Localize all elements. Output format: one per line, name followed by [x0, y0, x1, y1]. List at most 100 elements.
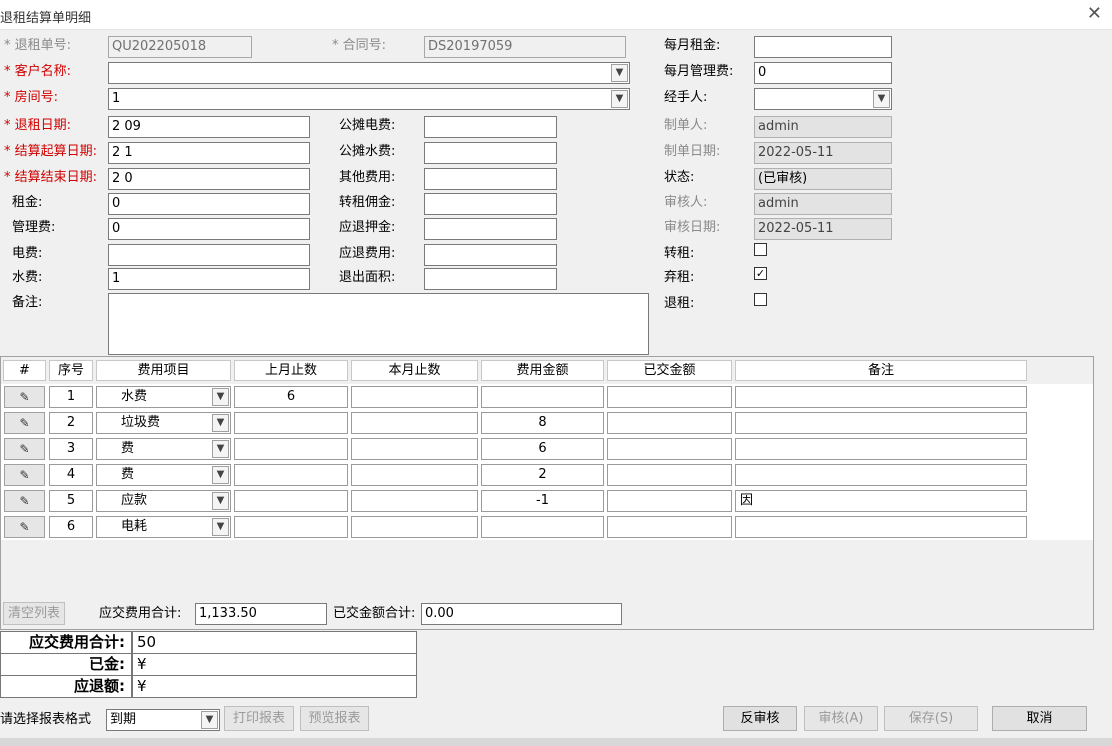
row-amount[interactable]: 2 [481, 464, 604, 486]
row-remark[interactable]: 因 [735, 490, 1027, 512]
report-format-select[interactable]: 到期 ▼ [106, 709, 220, 731]
row-amount[interactable]: 8 [481, 412, 604, 434]
water-label: 水费: [12, 270, 43, 285]
status-label: 状态: [664, 170, 695, 185]
total-due-field[interactable]: 1,133.50 [195, 603, 327, 625]
row-remark[interactable] [735, 438, 1027, 460]
row-seq: 5 [49, 490, 93, 512]
monthly-mgmt-field[interactable]: 0 [754, 62, 892, 84]
row-prev[interactable] [234, 516, 348, 538]
summary-due-value: 50 [132, 631, 417, 654]
row-curr[interactable] [351, 438, 478, 460]
row-paid[interactable] [607, 412, 732, 434]
row-remark[interactable] [735, 464, 1027, 486]
chevron-down-icon[interactable]: ▼ [873, 90, 890, 108]
row-paid[interactable] [607, 464, 732, 486]
other-fee-field[interactable] [424, 168, 557, 190]
row-paid[interactable] [607, 516, 732, 538]
lease-end-field[interactable]: 2 09 [108, 116, 310, 138]
save-button[interactable]: 保存(S) [884, 706, 978, 731]
sublet-checkbox[interactable] [754, 243, 767, 256]
row-item-select[interactable]: 垃圾费 ▼ [96, 412, 231, 434]
row-curr[interactable] [351, 386, 478, 408]
audit-date-label: 审核日期: [664, 220, 721, 235]
mgmt-field[interactable]: 0 [108, 218, 310, 240]
row-prev[interactable] [234, 490, 348, 512]
contract-no-field[interactable]: DS20197059 [424, 36, 626, 58]
row-amount[interactable] [481, 516, 604, 538]
rent-field[interactable]: 0 [108, 193, 310, 215]
row-seq: 6 [49, 516, 93, 538]
row-edit-icon[interactable]: ✎ [4, 412, 45, 434]
row-edit-icon[interactable]: ✎ [4, 438, 45, 460]
row-remark[interactable] [735, 516, 1027, 538]
print-report-button[interactable]: 打印报表 [224, 706, 294, 731]
chevron-down-icon[interactable]: ▼ [201, 711, 218, 729]
row-item-select[interactable]: 水费 ▼ [96, 386, 231, 408]
chevron-down-icon[interactable]: ▼ [212, 466, 229, 484]
total-due-label: 应交费用合计: [99, 606, 182, 621]
chevron-down-icon[interactable]: ▼ [212, 414, 229, 432]
row-curr[interactable] [351, 490, 478, 512]
row-seq: 1 [49, 386, 93, 408]
row-prev[interactable] [234, 438, 348, 460]
monthly-rent-field[interactable] [754, 36, 892, 58]
row-curr[interactable] [351, 464, 478, 486]
fee-refund-field[interactable] [424, 244, 557, 266]
row-remark[interactable] [735, 412, 1027, 434]
sublet-label: 转租: [664, 246, 695, 261]
unaudit-button[interactable]: 反审核 [723, 706, 797, 731]
lease-no-field[interactable]: QU202205018 [108, 36, 252, 58]
row-edit-icon[interactable]: ✎ [4, 386, 45, 408]
audit-button[interactable]: 审核(A) [804, 706, 878, 731]
row-edit-icon[interactable]: ✎ [4, 490, 45, 512]
row-item-select[interactable]: 费 ▼ [96, 464, 231, 486]
handler-select[interactable]: ▼ [754, 88, 892, 110]
row-curr[interactable] [351, 516, 478, 538]
refund-checkbox[interactable] [754, 293, 767, 306]
row-item-select[interactable]: 电耗 ▼ [96, 516, 231, 538]
row-amount[interactable] [481, 386, 604, 408]
chevron-down-icon[interactable]: ▼ [611, 64, 628, 82]
row-item-select[interactable]: 费 ▼ [96, 438, 231, 460]
deposit-refund-field[interactable] [424, 218, 557, 240]
chevron-down-icon[interactable]: ▼ [212, 440, 229, 458]
row-paid[interactable] [607, 490, 732, 512]
area-field[interactable] [424, 268, 557, 290]
report-format-value: 到期 [110, 712, 137, 727]
row-paid[interactable] [607, 386, 732, 408]
total-paid-field[interactable]: 0.00 [421, 603, 622, 625]
abandon-checkbox[interactable]: ✓ [754, 267, 767, 280]
cancel-button[interactable]: 取消 [992, 706, 1087, 731]
row-edit-icon[interactable]: ✎ [4, 516, 45, 538]
chevron-down-icon[interactable]: ▼ [212, 518, 229, 536]
shared-power-field[interactable] [424, 116, 557, 138]
row-prev[interactable] [234, 464, 348, 486]
row-curr[interactable] [351, 412, 478, 434]
preview-report-button[interactable]: 预览报表 [300, 706, 369, 731]
clear-list-button[interactable]: 清空列表 [3, 602, 65, 625]
row-edit-icon[interactable]: ✎ [4, 464, 45, 486]
row-remark[interactable] [735, 386, 1027, 408]
row-item-select[interactable]: 应款 ▼ [96, 490, 231, 512]
settle-start-field[interactable]: 2 1 [108, 142, 310, 164]
room-select[interactable]: 1 ▼ [108, 88, 630, 110]
row-prev[interactable]: 6 [234, 386, 348, 408]
chevron-down-icon[interactable]: ▼ [611, 90, 628, 108]
sublet-comm-field[interactable] [424, 193, 557, 215]
remark-textarea[interactable] [108, 293, 649, 355]
chevron-down-icon[interactable]: ▼ [212, 388, 229, 406]
room-value: 1 [112, 91, 121, 106]
water-field[interactable]: 1 [108, 268, 310, 290]
row-amount[interactable]: -1 [481, 490, 604, 512]
shared-water-field[interactable] [424, 142, 557, 164]
row-amount[interactable]: 6 [481, 438, 604, 460]
chevron-down-icon[interactable]: ▼ [212, 492, 229, 510]
row-paid[interactable] [607, 438, 732, 460]
power-label: 电费: [12, 246, 43, 261]
row-prev[interactable] [234, 412, 348, 434]
customer-select[interactable]: ▼ [108, 62, 630, 84]
settle-end-field[interactable]: 2 0 [108, 168, 310, 190]
close-icon[interactable]: ✕ [1087, 4, 1102, 24]
power-field[interactable] [108, 244, 310, 266]
